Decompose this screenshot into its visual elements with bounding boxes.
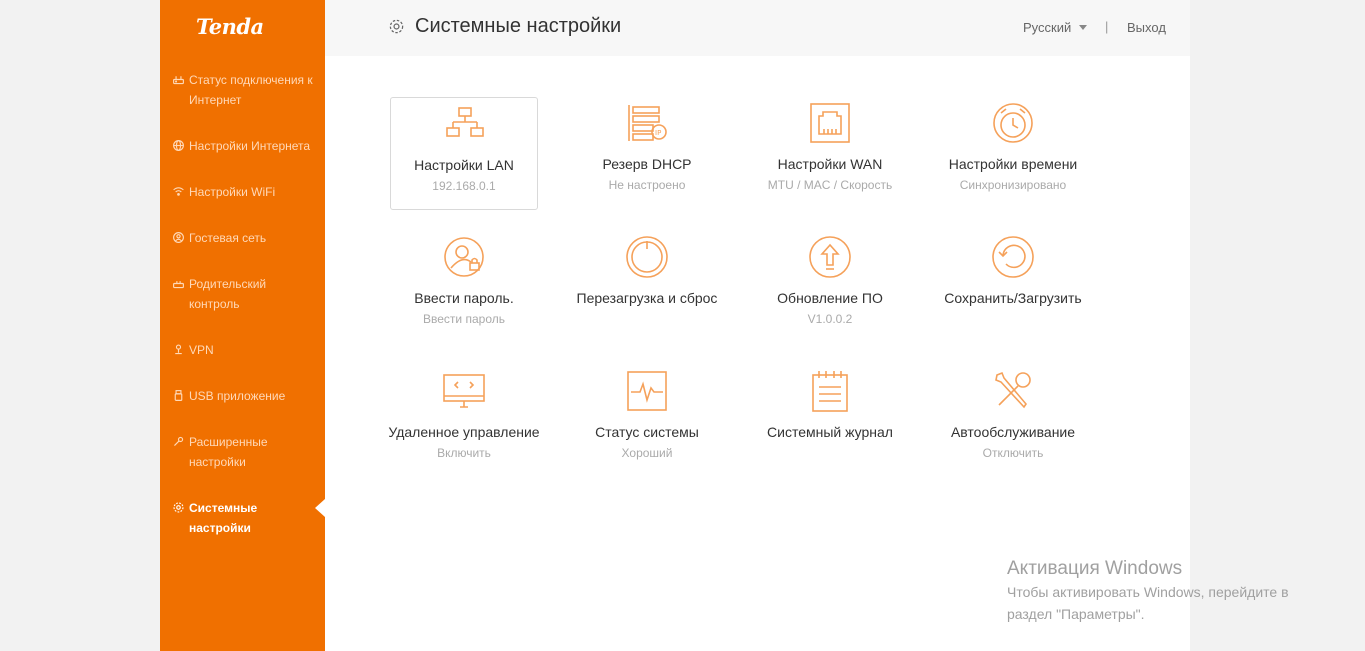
header-separator: | xyxy=(1105,19,1109,34)
wifi-icon xyxy=(172,185,185,198)
tile-remote-management[interactable]: Удаленное управление Включить xyxy=(388,365,540,478)
tile-auto-maintenance[interactable]: Автообслуживание Отключить xyxy=(939,365,1087,478)
tile-firmware-upgrade[interactable]: Обновление ПО V1.0.0.2 xyxy=(756,231,904,344)
sidebar-item-advanced[interactable]: Расширенные настройки xyxy=(160,432,325,472)
sidebar-item-internet-settings[interactable]: Настройки Интернета xyxy=(160,136,325,156)
page-title: Системные настройки xyxy=(388,15,621,38)
usb-icon xyxy=(172,389,185,402)
sidebar-item-internet-status[interactable]: Статус подключения к Интернет xyxy=(160,70,325,110)
upgrade-arrow-icon xyxy=(808,235,852,279)
sidebar-item-vpn[interactable]: VPN xyxy=(160,340,325,360)
language-select[interactable]: Русский xyxy=(1023,20,1088,35)
remote-monitor-icon xyxy=(442,369,486,413)
sidebar: Tenda Статус подключения к Интернет Наст… xyxy=(160,0,325,651)
router-admin-frame: Tenda Статус подключения к Интернет Наст… xyxy=(160,0,1190,651)
header: Системные настройки Русский | Выход xyxy=(325,0,1190,56)
tile-system-status[interactable]: Статус системы Хороший xyxy=(573,365,721,478)
globe-icon xyxy=(172,139,185,152)
sidebar-nav: Статус подключения к Интернет Настройки … xyxy=(160,68,325,538)
wrench-icon xyxy=(172,435,185,448)
tile-lan-settings[interactable]: Настройки LAN 192.168.0.1 xyxy=(390,97,538,210)
sidebar-item-guest-network[interactable]: Гостевая сеть xyxy=(160,228,325,248)
dhcp-reservation-icon: IP xyxy=(625,101,669,145)
power-icon xyxy=(625,235,669,279)
tile-reboot-reset[interactable]: Перезагрузка и сброс xyxy=(573,231,721,344)
logout-link[interactable]: Выход xyxy=(1127,20,1166,35)
guest-network-icon xyxy=(172,231,185,244)
tile-wan-settings[interactable]: Настройки WAN MTU / MAC / Скорость xyxy=(756,97,904,210)
tile-dhcp-reservation[interactable]: IP Резерв DHCP Не настроено xyxy=(573,97,721,210)
parental-control-icon xyxy=(172,277,185,290)
alarm-clock-icon xyxy=(991,101,1035,145)
lan-topology-icon xyxy=(443,102,487,146)
vpn-icon xyxy=(172,343,185,356)
sidebar-item-usb[interactable]: USB приложение xyxy=(160,386,325,406)
gear-icon xyxy=(389,19,404,34)
tile-time-settings[interactable]: Настройки времени Синхронизировано xyxy=(939,97,1087,210)
sidebar-item-wifi[interactable]: Настройки WiFi xyxy=(160,182,325,202)
ethernet-port-icon xyxy=(808,101,852,145)
heartbeat-monitor-icon xyxy=(625,369,669,413)
tile-backup-restore[interactable]: Сохранить/Загрузить xyxy=(939,231,1087,344)
tenda-logo: Tenda xyxy=(196,14,264,39)
sidebar-item-system-settings[interactable]: Системные настройки xyxy=(160,498,325,538)
svg-text:IP: IP xyxy=(655,129,661,137)
gear-icon xyxy=(172,501,185,514)
tools-icon xyxy=(991,369,1035,413)
windows-activation-watermark: Активация Windows Чтобы активировать Win… xyxy=(1007,558,1289,622)
sidebar-item-parental-control[interactable]: Родительский контроль xyxy=(160,274,325,314)
log-notepad-icon xyxy=(808,369,852,413)
restore-icon xyxy=(991,235,1035,279)
user-lock-icon xyxy=(442,235,486,279)
tile-password[interactable]: Ввести пароль. Ввести пароль xyxy=(390,231,538,344)
active-indicator-arrow xyxy=(315,499,325,517)
tile-system-log[interactable]: Системный журнал xyxy=(756,365,904,478)
caret-down-icon xyxy=(1079,25,1088,30)
router-status-icon xyxy=(172,73,185,86)
